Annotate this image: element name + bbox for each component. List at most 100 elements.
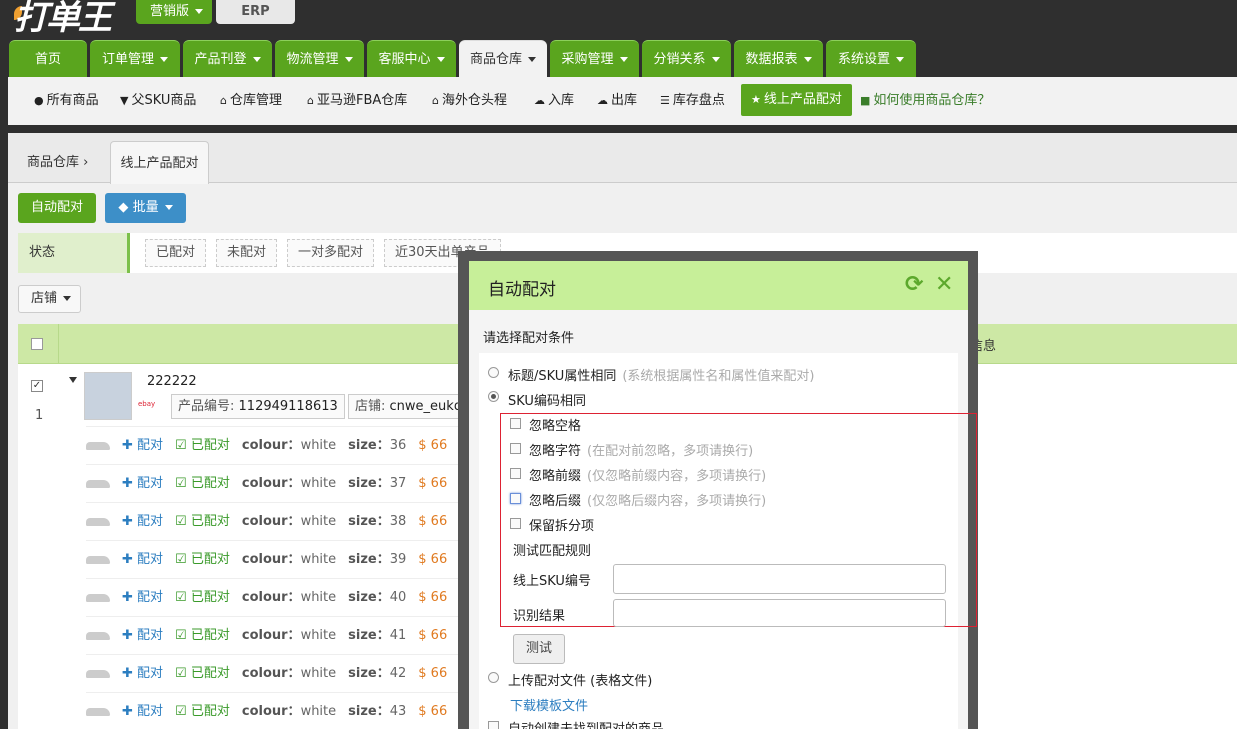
subnav-warehouse-manage[interactable]: ⌂ 仓库管理 bbox=[220, 77, 282, 125]
shop-dropdown[interactable]: 店铺 bbox=[18, 285, 81, 313]
ignore-chars-text: 忽略字符 bbox=[529, 444, 582, 459]
match-link[interactable]: ✚ 配对 bbox=[122, 704, 163, 719]
test-rule-heading: 测试匹配规则 bbox=[513, 544, 592, 559]
online-sku-input[interactable] bbox=[613, 564, 946, 594]
logo: 打单王 bbox=[14, 0, 112, 38]
nav-tab-distribution[interactable]: 分销关系 bbox=[642, 40, 731, 77]
edition-dropdown[interactable]: 营销版 bbox=[136, 0, 212, 24]
nav-tab-purchase[interactable]: 采购管理 bbox=[550, 40, 639, 77]
subnav-online-pairing[interactable]: ★ 线上产品配对 bbox=[741, 84, 852, 116]
subnav-label: 出库 bbox=[611, 93, 638, 108]
nav-tab-listing[interactable]: 产品刊登 bbox=[183, 40, 272, 77]
subnav-label: 入库 bbox=[548, 93, 575, 108]
ignore-space-label[interactable]: 忽略空格 bbox=[529, 415, 581, 434]
match-link[interactable]: ✚ 配对 bbox=[122, 628, 163, 643]
matched-label: 已配对 bbox=[190, 438, 230, 453]
size-label: size： bbox=[348, 438, 390, 453]
auto-match-button[interactable]: 自动配对 bbox=[18, 193, 96, 223]
subnav-outbound[interactable]: ☁ 出库 bbox=[597, 77, 637, 125]
breadcrumb-root[interactable]: 商品仓库 › bbox=[27, 151, 88, 170]
row-index: 1 bbox=[35, 408, 44, 423]
refresh-icon[interactable]: ⟳ bbox=[905, 274, 923, 296]
ignore-chars-label[interactable]: 忽略字符 (在配对前忽略，多项请换行) bbox=[529, 440, 753, 459]
nav-tab-warehouse[interactable]: 商品仓库 bbox=[459, 40, 547, 77]
nav-tab-home[interactable]: 首页 bbox=[9, 40, 87, 77]
ignore-space-checkbox[interactable] bbox=[510, 418, 521, 429]
colour-label: colour： bbox=[241, 552, 301, 567]
subnav-help-video[interactable]: ■ 如何使用商品仓库？ bbox=[860, 77, 990, 125]
subnav-stocktake[interactable]: ☰ 库存盘点 bbox=[660, 77, 725, 125]
keep-split-label[interactable]: 保留拆分项 bbox=[529, 515, 594, 534]
match-link[interactable]: ✚ 配对 bbox=[122, 552, 163, 567]
match-link-label: 配对 bbox=[137, 438, 164, 453]
match-link[interactable]: ✚ 配对 bbox=[122, 476, 163, 491]
matched-badge: ☑ 已配对 bbox=[175, 628, 230, 643]
filter-one-to-many[interactable]: 一对多配对 bbox=[287, 239, 375, 267]
subnav-overseas[interactable]: ⌂ 海外仓头程 bbox=[432, 77, 507, 125]
nav-tab-logistics[interactable]: 物流管理 bbox=[275, 40, 364, 77]
option-title-radio[interactable] bbox=[488, 367, 499, 378]
size-label: size： bbox=[348, 704, 390, 719]
nav-tab-orders[interactable]: 订单管理 bbox=[90, 40, 180, 77]
option-sku-label[interactable]: SKU编码相同 bbox=[508, 390, 586, 409]
filter-matched[interactable]: 已配对 bbox=[145, 239, 207, 267]
ignore-prefix-label[interactable]: 忽略前缀 (仅忽略前缀内容，多项请换行) bbox=[529, 465, 766, 484]
subnav-parent-sku[interactable]: ▼ 父SKU商品 bbox=[120, 77, 196, 125]
chevron-down-icon bbox=[344, 57, 353, 62]
collapse-triangle-icon[interactable] bbox=[69, 377, 77, 383]
size-label: size： bbox=[348, 514, 390, 529]
subnav-label: 仓库管理 bbox=[229, 93, 282, 108]
dialog-prompt: 请选择配对条件 bbox=[483, 331, 575, 346]
batch-dropdown[interactable]: ◆ 批量 bbox=[105, 193, 186, 223]
option-sku-radio[interactable] bbox=[488, 391, 499, 402]
nav-tab-label: 商品仓库 bbox=[469, 52, 522, 67]
match-link[interactable]: ✚ 配对 bbox=[122, 666, 163, 681]
subnav-all-products[interactable]: ● 所有商品 bbox=[34, 77, 99, 125]
filter-unmatched[interactable]: 未配对 bbox=[216, 239, 278, 267]
matched-badge: ☑ 已配对 bbox=[175, 514, 230, 529]
header-divider bbox=[58, 324, 59, 364]
upload-file-label[interactable]: 上传配对文件 (表格文件) bbox=[508, 670, 652, 689]
match-link[interactable]: ✚ 配对 bbox=[122, 590, 163, 605]
subnav-inbound[interactable]: ☁ 入库 bbox=[534, 77, 574, 125]
match-link[interactable]: ✚ 配对 bbox=[122, 438, 163, 453]
result-label: 识别结果 bbox=[513, 609, 566, 624]
dialog-header: 自动配对 ⟳ ✕ bbox=[469, 261, 968, 310]
colour-value: white bbox=[300, 628, 337, 643]
option-title-label[interactable]: 标题/SKU属性相同 (系统根据属性名和属性值来配对) bbox=[508, 365, 814, 384]
chevron-down-icon bbox=[252, 57, 261, 62]
ignore-suffix-label[interactable]: 忽略后缀 (仅忽略后缀内容，多项请换行) bbox=[529, 490, 766, 509]
match-link-label: 配对 bbox=[137, 666, 164, 681]
subnav-label: 如何使用商品仓库？ bbox=[873, 93, 991, 108]
keep-split-checkbox[interactable] bbox=[510, 518, 521, 529]
nav-tab-service[interactable]: 客服中心 bbox=[367, 40, 456, 77]
erp-button[interactable]: ERP bbox=[216, 0, 295, 24]
colour-label: colour： bbox=[241, 514, 301, 529]
row-checkbox[interactable]: ✓ bbox=[31, 380, 43, 392]
ignore-suffix-checkbox[interactable] bbox=[510, 493, 521, 504]
size-label: size： bbox=[348, 552, 390, 567]
select-all-checkbox[interactable] bbox=[31, 338, 43, 350]
ignore-prefix-hint: (仅忽略前缀内容，多项请换行) bbox=[587, 469, 767, 484]
size-label: size： bbox=[348, 628, 390, 643]
nav-tab-settings[interactable]: 系统设置 bbox=[826, 40, 916, 77]
price: $ 66 bbox=[418, 704, 448, 719]
upload-file-radio[interactable] bbox=[488, 672, 499, 683]
ignore-prefix-checkbox[interactable] bbox=[510, 468, 521, 479]
colour-label: colour： bbox=[241, 438, 301, 453]
auto-create-label[interactable]: 自动创建未找到配对的商品 bbox=[508, 718, 664, 729]
shop-label: 店铺 bbox=[31, 291, 58, 306]
nav-tab-reports[interactable]: 数据报表 bbox=[734, 40, 823, 77]
test-button[interactable]: 测试 bbox=[513, 634, 565, 664]
match-link[interactable]: ✚ 配对 bbox=[122, 514, 163, 529]
auto-create-checkbox[interactable] bbox=[488, 721, 499, 729]
match-link-label: 配对 bbox=[137, 704, 164, 719]
subnav-amazon-fba[interactable]: ⌂ 亚马逊FBA仓库 bbox=[307, 77, 407, 125]
ignore-chars-checkbox[interactable] bbox=[510, 443, 521, 454]
ignore-suffix-text: 忽略后缀 bbox=[529, 494, 582, 509]
download-template-link[interactable]: 下载模板文件 bbox=[510, 695, 588, 714]
breadcrumb-current-tab[interactable]: 线上产品配对 bbox=[110, 141, 209, 184]
close-icon[interactable]: ✕ bbox=[935, 274, 953, 296]
result-field[interactable] bbox=[613, 599, 946, 627]
product-code: 112949118613 bbox=[238, 399, 338, 414]
